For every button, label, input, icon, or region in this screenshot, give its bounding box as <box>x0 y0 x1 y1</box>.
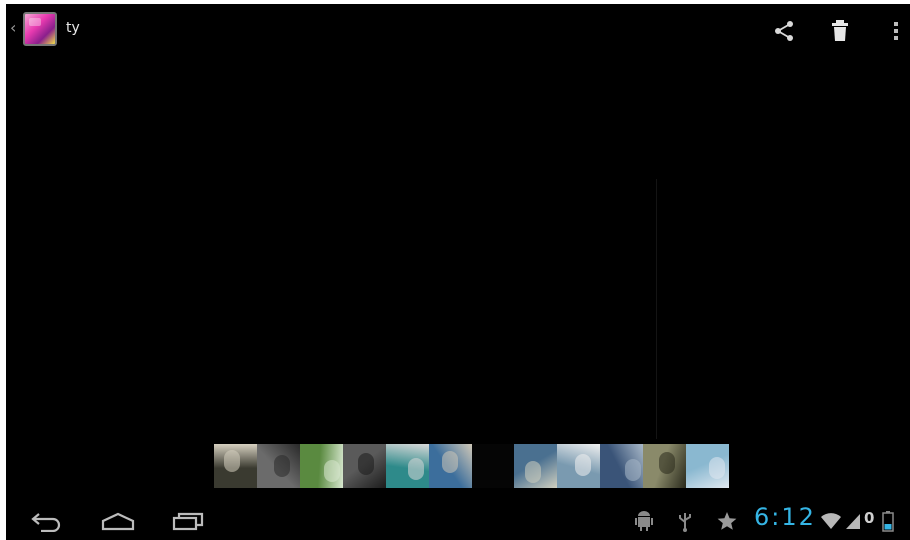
usb-icon <box>679 513 691 532</box>
filmstrip-thumbnail[interactable] <box>343 444 386 488</box>
overflow-menu-button[interactable] <box>883 16 909 46</box>
filmstrip-thumbnail[interactable] <box>257 444 300 488</box>
filmstrip-thumbnail[interactable] <box>386 444 429 488</box>
filmstrip-thumbnail[interactable] <box>472 444 514 488</box>
overflow-menu-icon <box>894 22 898 40</box>
back-icon <box>31 513 61 532</box>
app-gallery-icon[interactable] <box>23 12 57 46</box>
filmstrip-thumbnail[interactable] <box>600 444 643 488</box>
delete-button[interactable] <box>827 16 853 46</box>
star-status <box>716 509 738 533</box>
share-button[interactable] <box>772 16 798 46</box>
home-icon <box>101 512 135 531</box>
filmstrip[interactable] <box>214 444 729 488</box>
recent-apps-button[interactable] <box>168 508 208 534</box>
system-bar: 6:12 0 <box>6 500 910 540</box>
android-debug-status <box>634 509 654 533</box>
action-bar: ‹ ty <box>6 4 910 58</box>
wifi-icon <box>821 513 841 529</box>
battery-icon <box>882 511 894 532</box>
android-debug-icon <box>635 511 653 531</box>
album-title[interactable]: ty <box>66 20 80 36</box>
signal-status <box>844 509 862 533</box>
home-button[interactable] <box>98 508 138 534</box>
back-button[interactable] <box>26 508 66 534</box>
star-icon <box>717 512 737 530</box>
battery-status <box>882 509 894 533</box>
signal-icon <box>846 514 860 529</box>
trash-icon <box>832 20 848 41</box>
filmstrip-thumbnail[interactable] <box>300 444 343 488</box>
filmstrip-thumbnail[interactable] <box>557 444 600 488</box>
battery-level-text: 0 <box>864 509 875 527</box>
filmstrip-thumbnail[interactable] <box>429 444 472 488</box>
usb-status <box>678 509 692 533</box>
photo-edge-line <box>656 179 657 439</box>
filmstrip-thumbnail[interactable] <box>686 444 729 488</box>
wifi-status <box>820 509 842 533</box>
gallery-screen: ‹ ty 6:12 0 <box>6 4 910 540</box>
share-icon <box>775 21 793 41</box>
up-caret-icon[interactable]: ‹ <box>10 18 16 38</box>
filmstrip-thumbnail[interactable] <box>643 444 686 488</box>
clock[interactable]: 6:12 <box>754 503 816 531</box>
recent-apps-icon <box>172 512 204 531</box>
filmstrip-thumbnail[interactable] <box>514 444 557 488</box>
filmstrip-thumbnail[interactable] <box>214 444 257 488</box>
